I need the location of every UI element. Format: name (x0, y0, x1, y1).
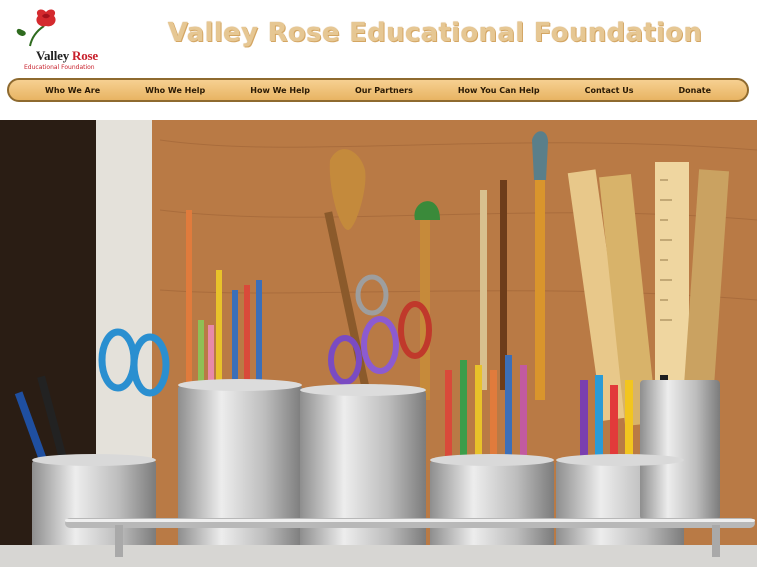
logo-tagline: Educational Foundation (24, 64, 95, 71)
logo-name: Valley Rose (36, 48, 98, 63)
art-supplies-photo (0, 120, 757, 567)
main-nav: Who We Are Who We Help How We Help Our P… (7, 78, 749, 102)
nav-our-partners[interactable]: Our Partners (355, 86, 413, 95)
nav-contact-us[interactable]: Contact Us (585, 86, 634, 95)
nav-donate[interactable]: Donate (679, 86, 711, 95)
nav-who-we-are[interactable]: Who We Are (45, 86, 100, 95)
nav-how-we-help[interactable]: How We Help (250, 86, 310, 95)
nav-how-you-can-help[interactable]: How You Can Help (458, 86, 540, 95)
site-title: Valley Rose Educational Foundation (167, 18, 703, 48)
logo[interactable]: Valley Rose Educational Foundation (10, 8, 100, 71)
rose-icon (16, 9, 56, 47)
hero-image (0, 120, 757, 567)
nav-who-we-help[interactable]: Who We Help (145, 86, 205, 95)
